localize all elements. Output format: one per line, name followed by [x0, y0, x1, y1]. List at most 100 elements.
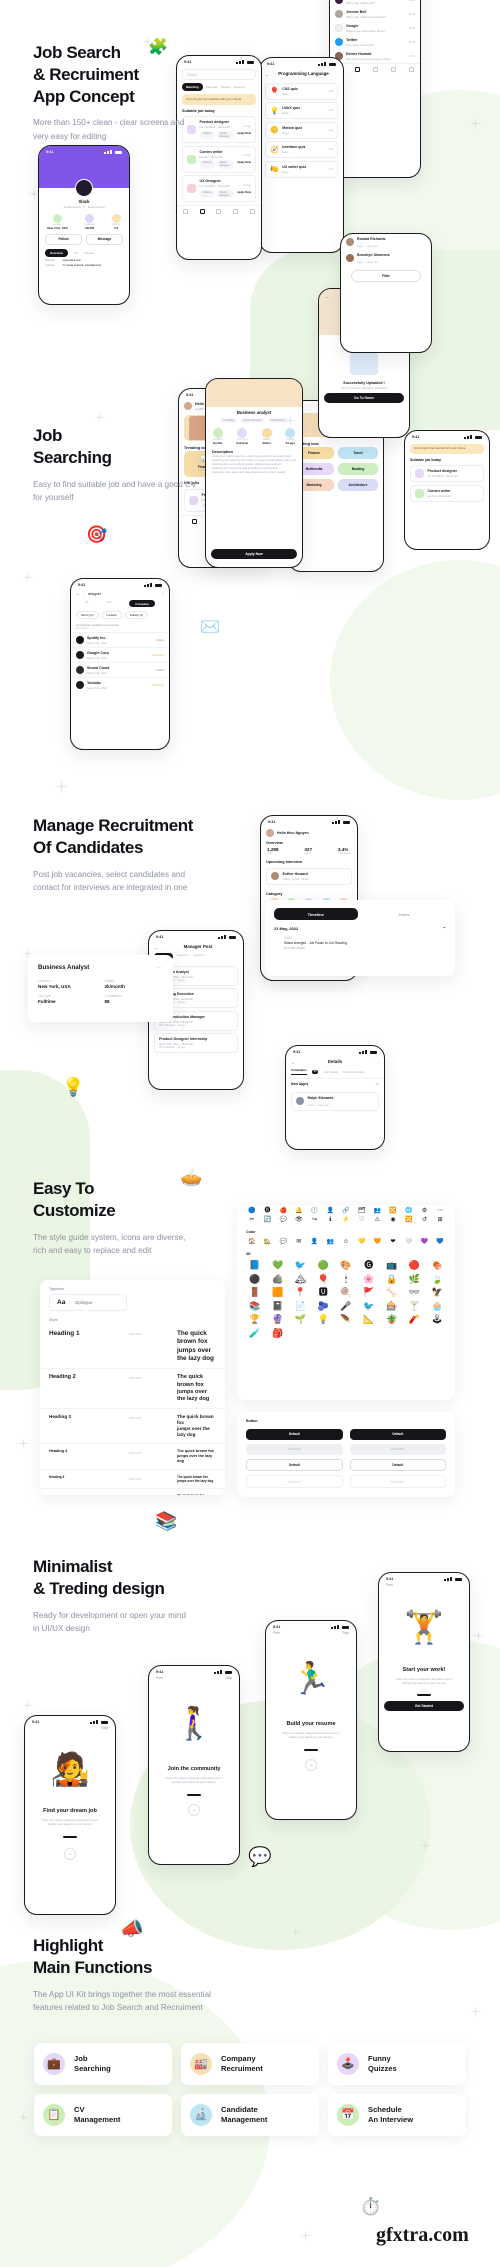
tab-job[interactable]: Job [106, 600, 111, 607]
table-row[interactable]: Conten writer Ha Noi - 2k/month Fulltime… [182, 145, 256, 173]
feature-card-schedule-interview[interactable]: 📅 Schedule An Interview [328, 2094, 466, 2136]
apply-now-button[interactable]: Apply Now [237, 191, 251, 194]
button-default-dark[interactable]: Default [349, 1429, 446, 1440]
tab-home-icon[interactable] [182, 208, 188, 214]
more-menu-icon[interactable]: ... [156, 964, 163, 970]
tab-matching[interactable]: Matching [182, 83, 203, 91]
table-row[interactable]: Conten writer Ha Noi - 2k/month [410, 484, 484, 502]
filter-button[interactable]: Filter [351, 270, 421, 282]
next-button[interactable]: → [188, 1803, 200, 1816]
category-card[interactable]: Architecture [338, 479, 378, 491]
following-badge[interactable]: Following [153, 654, 164, 657]
tab-job-details[interactable]: Job Details [323, 1070, 337, 1074]
table-row[interactable]: Product designer Ho Chi Minh - 2k/month [410, 465, 484, 483]
search-input[interactable]: designer [88, 592, 159, 596]
subtab-new-apply[interactable]: New Apply [291, 1082, 308, 1086]
tab-saved-icon[interactable] [390, 67, 396, 72]
category-card[interactable]: Travel [338, 447, 378, 459]
back-arrow-icon[interactable]: ← [76, 591, 80, 596]
go-to-home-button[interactable]: Go To Home [324, 393, 404, 403]
list-item[interactable]: Twitter Can i start tomorrow? 15:30 [330, 35, 420, 49]
avatar[interactable] [184, 402, 192, 410]
message-button[interactable]: Message [86, 233, 123, 245]
filter-industry[interactable]: Industry (1) [124, 611, 149, 619]
tab-notes[interactable]: Notes [363, 908, 447, 920]
prev-button[interactable]: Prev [273, 1631, 280, 1635]
tab-jobs-icon[interactable] [354, 67, 360, 72]
tab-timeline-notes[interactable]: Timeline & Notes [343, 1070, 365, 1074]
feature-card-company-recruitment[interactable]: 🏭 Company Recruiment [181, 2043, 319, 2085]
list-item[interactable]: SlackWhen can i delivered? 18:30 [330, 0, 420, 7]
feature-card-funny-quizzes[interactable]: 🕹️ Funny Quizzes [328, 2043, 466, 2085]
category-card[interactable]: Banking [338, 463, 378, 475]
follow-button[interactable]: Follow [156, 639, 164, 642]
tab-candidates[interactable]: Candidates [291, 1068, 307, 1075]
tab-closed[interactable]: Closed 4 [193, 953, 204, 960]
table-row[interactable]: Sound Cloud New York, USA Follow [71, 662, 169, 677]
tab-overview[interactable]: Overview [45, 248, 68, 257]
tab-account-icon[interactable] [250, 208, 256, 214]
skip-button[interactable]: Skip [342, 1631, 349, 1635]
tab-all[interactable]: All [85, 600, 88, 607]
close-icon[interactable]: × [162, 592, 164, 596]
next-button[interactable]: → [305, 1758, 317, 1771]
table-row[interactable]: Spotify Inc. New York, USA Follow [71, 632, 169, 647]
tab-home-icon[interactable] [192, 518, 198, 524]
back-arrow-icon[interactable]: ← [325, 294, 329, 299]
button-default-dark[interactable]: Default [246, 1429, 343, 1440]
prev-button[interactable]: Prev [386, 1583, 393, 1587]
feature-card-cv-management[interactable]: 📋 CV Management [34, 2094, 172, 2136]
table-row[interactable]: Brooklyn Simmons ☆☆☆☆☆ Apply : 2 days ag… [341, 250, 431, 266]
avatar[interactable] [266, 828, 274, 837]
tab-paused[interactable]: Paused 2 [177, 953, 189, 960]
follow-button[interactable]: Follow [45, 233, 82, 245]
list-item[interactable]: 🧭 Interface quiz Easy 144 [265, 141, 338, 158]
button-default-outline[interactable]: Default [349, 1458, 446, 1472]
tab-rejected[interactable]: Rejected [233, 85, 244, 89]
tab-strip[interactable]: Matching Favorited Applied Rejected [177, 83, 261, 91]
tab-saved-icon[interactable] [233, 208, 239, 214]
prev-button[interactable]: Prev [156, 1676, 163, 1680]
list-item[interactable]: 🎈 CSS quiz Easy 144 [265, 82, 338, 100]
table-row[interactable]: Product Designer Internship New York, US… [154, 1033, 238, 1053]
bottom-tabbar[interactable] [177, 204, 261, 218]
apply-now-button[interactable]: Apply Now [237, 161, 251, 164]
tab-chat-icon[interactable] [216, 208, 222, 214]
feature-card-job-searching[interactable]: 💼 Job Searching [34, 2043, 172, 2085]
tab-strip[interactable]: Candidates 38 Job Details Timeline & Not… [286, 1068, 384, 1079]
list-item[interactable]: Jerome Bell When can i delivered webinar?… [330, 7, 420, 21]
tab-chat-icon[interactable] [372, 67, 378, 72]
chat-list[interactable]: Ariana McCoyAgree, i will update next li… [330, 0, 420, 63]
tab-favorited[interactable]: Favorited [206, 85, 218, 89]
table-row[interactable]: Product designer Ho Chi Minh - 2k/month … [182, 116, 256, 144]
list-item[interactable]: Esther Howard Can i join only some suppor… [330, 49, 420, 63]
table-row[interactable]: Ronald Richards ☆☆☆☆☆ Apply : 2 days ago [341, 234, 431, 250]
table-row[interactable]: Esther Howard Today, 14:00 - 15:00 [266, 867, 352, 885]
table-row[interactable]: Youtube New York, USA Following [71, 677, 169, 692]
apply-now-button[interactable]: Apply Now [211, 549, 297, 559]
tab-job[interactable]: Job [74, 251, 79, 255]
table-row[interactable]: Google Corp New York, USA Following [71, 647, 169, 662]
skip-button[interactable]: Skip [225, 1676, 232, 1680]
following-badge[interactable]: Following [153, 684, 164, 687]
filter-location[interactable]: Location [101, 611, 122, 619]
tab-applied[interactable]: Applied [221, 85, 231, 89]
feature-card-candidate-management[interactable]: 🔬 Candidate Management [181, 2094, 319, 2136]
list-item[interactable]: 💡 UI/UX quiz Easy 144 [265, 102, 338, 119]
tab-company[interactable]: Company [129, 600, 155, 607]
skip-button[interactable]: Skip [101, 1726, 108, 1730]
list-item[interactable]: 🪙 Motion quiz Easy 144 [265, 121, 338, 139]
next-button[interactable]: → [64, 1847, 76, 1860]
more-menu-icon[interactable]: ⋯ [375, 1060, 379, 1065]
follow-button[interactable]: Follow [156, 669, 164, 672]
search-input[interactable]: Search [182, 69, 256, 80]
get-started-button[interactable]: Get Started [384, 1700, 464, 1711]
tab-timeline[interactable]: Timeline [274, 908, 358, 920]
table-row[interactable]: UX Designer Ho Chi Minh - 2k/month Fullt… [182, 175, 256, 203]
tab-review[interactable]: Review [85, 251, 94, 255]
list-item[interactable]: Google When more information about? 11:02 [330, 21, 420, 35]
table-row[interactable]: Ralph Edwards ☆☆☆☆☆ Apply : 2 days ago [291, 1091, 379, 1111]
filter-sort[interactable]: Sort by (1) [76, 611, 99, 619]
apply-now-button[interactable]: Apply Now [237, 132, 251, 135]
list-item[interactable]: 🍋 UX writer quiz Easy 144 [265, 160, 338, 178]
